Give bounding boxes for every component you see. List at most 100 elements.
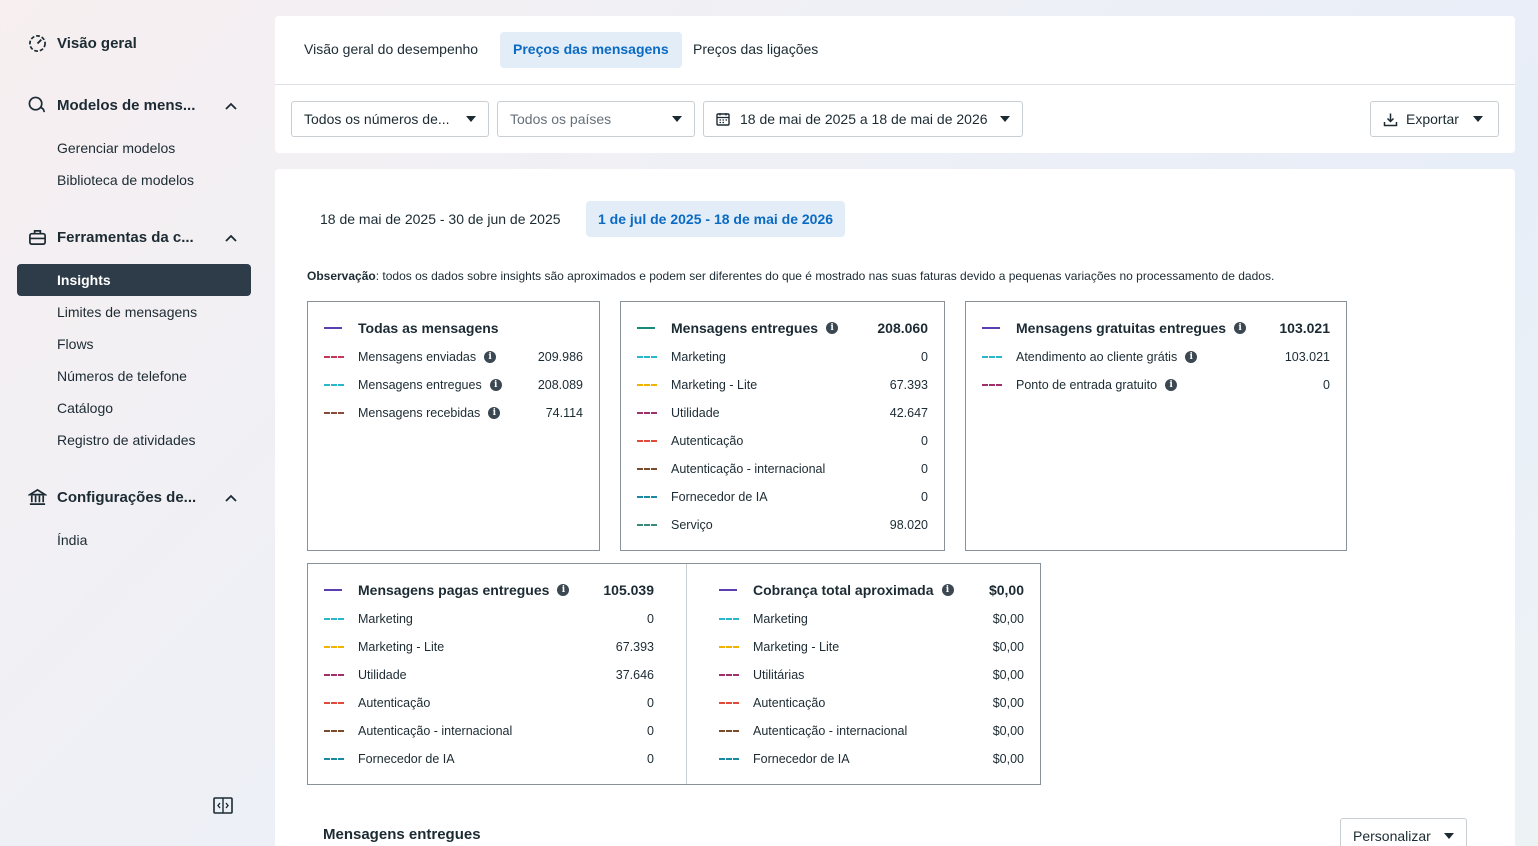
sidebar-item-message-limits[interactable]: Limites de mensagens — [57, 304, 197, 320]
bank-icon — [28, 488, 47, 507]
tab-call-pricing[interactable]: Preços das ligações — [680, 32, 831, 68]
info-icon[interactable]: i — [484, 351, 497, 363]
metric-label: Marketing — [671, 350, 726, 364]
range-tab-2[interactable]: 1 de jul de 2025 - 18 de mai de 2026 — [586, 201, 846, 237]
card-total: 208.060 — [877, 320, 928, 336]
card-title: Mensagens pagas entregues — [358, 582, 550, 598]
metric-value: $0,00 — [992, 612, 1024, 626]
metric-row: Fornecedor de IA — [719, 752, 850, 766]
metric-value: 0 — [1323, 378, 1330, 392]
metric-value: 37.646 — [615, 668, 654, 682]
caret-down-icon — [672, 116, 682, 122]
sidebar-item-catalog[interactable]: Catálogo — [57, 400, 113, 416]
metric-value: 0 — [921, 434, 928, 448]
sidebar-item-activity-log[interactable]: Registro de atividades — [57, 432, 196, 448]
metric-value: $0,00 — [992, 668, 1024, 682]
date-range-picker[interactable]: 18 de mai de 2025 a 18 de mai de 2026 — [703, 101, 1023, 137]
card-title: Cobrança total aproximada — [753, 582, 934, 598]
tab-message-pricing[interactable]: Preços das mensagens — [500, 32, 682, 68]
chevron-up-icon[interactable] — [224, 491, 238, 505]
metric-row: Autenticação — [719, 696, 825, 710]
metric-row: Autenticação - internacional — [719, 724, 907, 738]
info-icon[interactable]: i — [489, 379, 502, 391]
legend-line — [719, 589, 737, 591]
customize-label: Personalizar — [1353, 828, 1431, 844]
sidebar-item-insights[interactable]: Insights — [17, 264, 251, 296]
phone-numbers-select[interactable]: Todos os números de... — [291, 101, 489, 137]
legend-dash — [324, 702, 344, 704]
calendar-icon — [716, 113, 730, 126]
sidebar-item-india[interactable]: Índia — [57, 532, 87, 548]
tab-performance-overview[interactable]: Visão geral do desempenho — [291, 32, 491, 68]
metric-label: Serviço — [671, 518, 713, 532]
customize-button[interactable]: Personalizar — [1340, 818, 1467, 846]
metric-label: Mensagens enviadas — [358, 350, 477, 364]
sidebar-item-template-library[interactable]: Biblioteca de modelos — [57, 172, 194, 188]
legend-dash — [324, 646, 344, 648]
sidebar-item-phone-numbers[interactable]: Números de telefone — [57, 368, 187, 384]
card-paid-and-charges: Mensagens pagas entregues i 105.039 Marke… — [307, 563, 1041, 785]
note-text: : todos os dados sobre insights são apro… — [375, 269, 1275, 283]
top-panel: Visão geral do desempenho Preços das men… — [275, 16, 1515, 153]
metric-value: 0 — [921, 490, 928, 504]
metric-value: 67.393 — [889, 378, 928, 392]
caret-down-icon — [1472, 116, 1483, 122]
note-label: Observação — [307, 269, 376, 283]
metric-label: Autenticação - internacional — [753, 724, 908, 738]
main-panel: 18 de mai de 2025 - 30 de jun de 2025 1 … — [275, 169, 1515, 846]
legend-dash — [324, 384, 344, 386]
caret-down-icon — [1444, 833, 1454, 839]
metric-row: Autenticação - internacional — [324, 724, 512, 738]
metric-row: Marketing - Lite — [719, 640, 839, 654]
metric-row: Marketing - Lite — [324, 640, 444, 654]
info-icon[interactable]: i — [1234, 322, 1247, 334]
sidebar-item-flows[interactable]: Flows — [57, 336, 94, 352]
export-button[interactable]: Exportar — [1370, 101, 1499, 137]
metric-label: Autenticação — [358, 696, 431, 710]
info-icon[interactable]: i — [1165, 379, 1178, 391]
info-icon[interactable]: i — [1185, 351, 1198, 363]
metric-label: Mensagens entregues — [358, 378, 482, 392]
phone-numbers-select-value: Todos os números de... — [304, 111, 450, 127]
section-tools-label: Ferramentas da c... — [57, 229, 194, 246]
metric-value: 208.089 — [537, 378, 583, 392]
tabs-row: Visão geral do desempenho Preços das men… — [275, 16, 1515, 85]
metric-value: 0 — [921, 350, 928, 364]
info-icon[interactable]: i — [941, 584, 954, 596]
chevron-up-icon[interactable] — [224, 99, 238, 113]
card-title: Mensagens gratuitas entregues — [1016, 320, 1227, 336]
section-settings[interactable]: Configurações de... — [28, 488, 238, 507]
legend-dash — [637, 440, 657, 442]
section-tools[interactable]: Ferramentas da c... — [28, 228, 238, 247]
section-templates[interactable]: Modelos de mens... — [28, 96, 238, 115]
metric-row: Atendimento ao cliente grátis i — [982, 350, 1198, 364]
metric-label: Fornecedor de IA — [358, 752, 455, 766]
info-icon[interactable]: i — [488, 407, 501, 419]
range-tab-1[interactable]: 18 de mai de 2025 - 30 de jun de 2025 — [308, 201, 573, 237]
metric-row: Autenticação — [637, 434, 743, 448]
download-icon — [1383, 113, 1398, 126]
legend-dash — [637, 496, 657, 498]
legend-dash — [982, 356, 1002, 358]
metric-label: Marketing - Lite — [358, 640, 445, 654]
metric-row: Mensagens recebidas i — [324, 406, 501, 420]
collapse-sidebar-icon[interactable] — [213, 797, 233, 814]
export-label: Exportar — [1406, 111, 1459, 127]
metric-row: Autenticação - internacional — [637, 462, 825, 476]
nav-overview[interactable]: Visão geral — [28, 34, 137, 53]
legend-dash — [324, 730, 344, 732]
section-settings-label: Configurações de... — [57, 489, 197, 506]
info-icon[interactable]: i — [826, 322, 839, 334]
metric-label: Autenticação — [671, 434, 744, 448]
legend-dash — [719, 730, 739, 732]
countries-select[interactable]: Todos os países — [497, 101, 695, 137]
legend-dash — [324, 412, 344, 414]
sidebar-item-manage-templates[interactable]: Gerenciar modelos — [57, 140, 175, 156]
metric-label: Marketing - Lite — [671, 378, 758, 392]
legend-dash — [324, 356, 344, 358]
countries-select-value: Todos os países — [510, 111, 612, 127]
metric-value: $0,00 — [992, 640, 1024, 654]
gauge-icon — [29, 35, 46, 52]
legend-dash — [719, 674, 739, 676]
chevron-up-icon[interactable] — [224, 231, 238, 245]
